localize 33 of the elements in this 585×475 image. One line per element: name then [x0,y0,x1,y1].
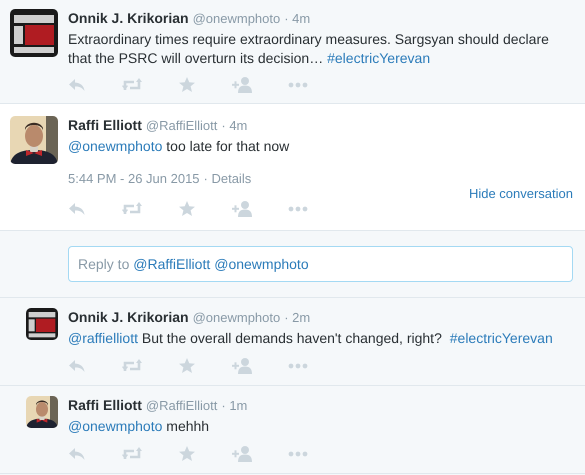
tweet-link[interactable]: @onewmphoto [68,418,162,434]
tweet-timestamp: 5:44 PM - 26 Jun 2015 [68,170,200,188]
tweet-text: @onewmphoto mehhh [68,417,210,436]
follow-icon[interactable] [231,357,253,375]
author-handle[interactable]: @onewmphoto [192,10,280,28]
tweet-time[interactable]: · 4m [221,117,248,135]
author-name[interactable]: Onnik J. Krikorian [68,308,189,326]
tweet-link[interactable]: @raffielliott [68,330,138,346]
author-handle[interactable]: @onewmphoto [192,309,280,327]
reply-field[interactable]: Reply to @RaffiElliott @onewmphoto [68,246,573,282]
star-icon[interactable] [178,445,196,463]
author-handle[interactable]: @RaffiElliott [146,397,218,415]
tweet-time[interactable]: · 2m [284,309,310,327]
star-icon[interactable] [178,357,196,375]
follow-icon[interactable] [231,76,253,94]
author-name[interactable]: Raffi Elliott [68,116,142,134]
tweet-link[interactable]: @onewmphoto [68,138,162,154]
star-icon[interactable] [178,200,196,218]
follow-icon[interactable] [231,200,253,218]
details-link[interactable]: · Details [204,170,252,188]
author-name[interactable]: Raffi Elliott [68,396,142,414]
tweet-text: Extraordinary times require extraordinary measures. Sargsyan should declare that the PSRC will overturn its decision… #electricYerevan [68,30,550,68]
tweet-link[interactable]: #electricYerevan [450,330,553,346]
author-handle[interactable]: @RaffiElliott [146,117,218,135]
hide-conversation-link[interactable]: Hide conversation [468,186,573,201]
follow-icon[interactable] [231,445,253,463]
tweet-text: @onewmphoto too late for that now [68,137,290,156]
tweet-time[interactable]: · 4m [284,10,310,28]
tweet-time[interactable]: · 1m [221,397,248,415]
tweet-link[interactable]: #electricYerevan [327,50,430,66]
tweet-text: @raffielliott But the overall demands haven't changed, right? #electricYerevan [68,329,554,348]
star-icon[interactable] [178,76,196,94]
author-name[interactable]: Onnik J. Krikorian [68,9,189,27]
